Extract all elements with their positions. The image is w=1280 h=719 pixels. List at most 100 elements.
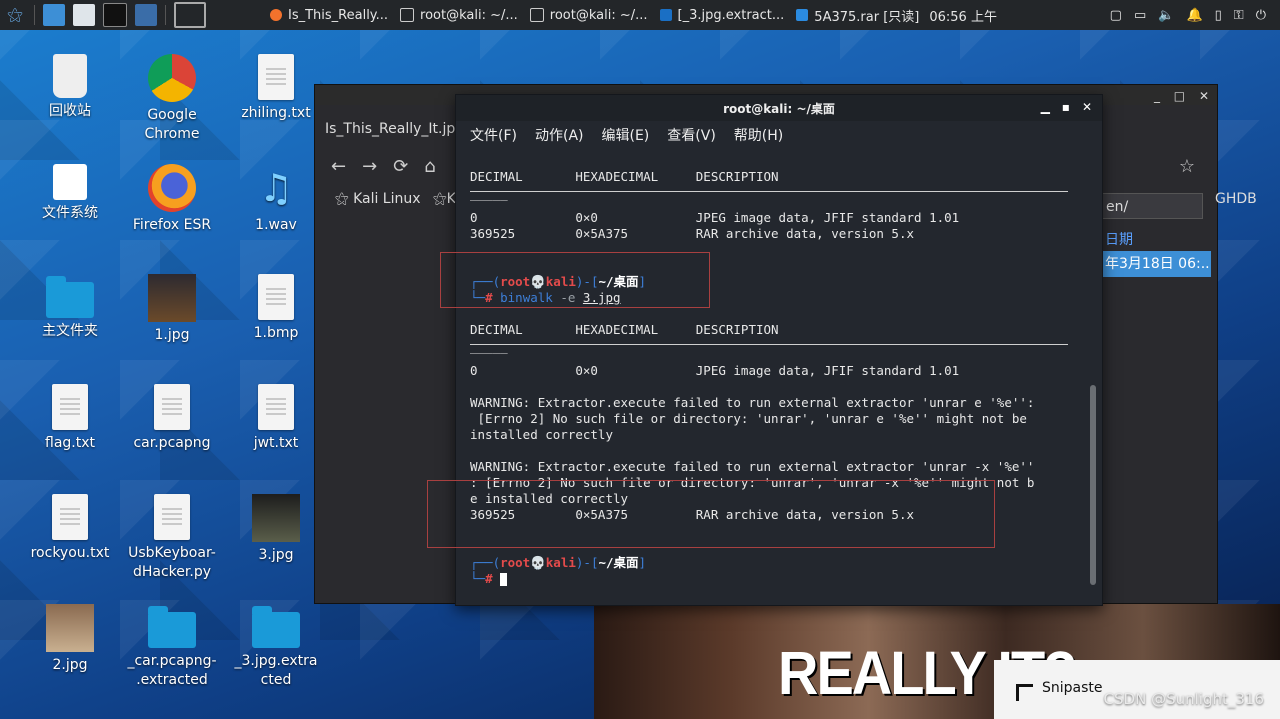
settings-icon[interactable] — [135, 4, 157, 26]
table-header: DECIMAL HEXADECIMAL DESCRIPTION — [470, 169, 779, 184]
desktop-icon-pcapng[interactable]: car.pcapng — [122, 384, 222, 453]
desktop-icon-jwt[interactable]: jwt.txt — [226, 384, 326, 453]
audio-file-icon: ♫ — [258, 166, 294, 210]
path-field[interactable]: en/ — [1099, 193, 1203, 219]
desktop-icon-rockyou[interactable]: rockyou.txt — [20, 494, 120, 563]
back-icon[interactable]: ← — [331, 156, 346, 177]
terminal-icon[interactable] — [103, 3, 127, 27]
icon-label: 1.jpg — [154, 327, 190, 343]
binary-file-icon — [154, 384, 190, 430]
close-icon[interactable]: ✕ — [1082, 100, 1092, 114]
image-file-icon — [258, 274, 294, 320]
desktop-icon-trash[interactable]: 回收站 — [20, 54, 120, 121]
firefox-icon — [148, 164, 196, 212]
reload-icon[interactable]: ⟳ — [393, 156, 408, 177]
snipaste-label: Snipaste — [1042, 680, 1103, 696]
menu-help[interactable]: 帮助(H) — [734, 125, 783, 145]
drive-icon — [53, 164, 87, 200]
archive-icon — [796, 9, 809, 21]
scan-row: 0 0×0 JPEG image data, JFIF standard 1.0… — [470, 363, 960, 378]
maximize-icon[interactable]: ▪ — [1062, 100, 1070, 114]
text-file-icon — [52, 384, 88, 430]
menu-edit[interactable]: 编辑(E) — [602, 125, 650, 145]
battery-icon[interactable]: ▯ — [1215, 8, 1222, 23]
warning-line: [Errno 2] No such file or directory: 'un… — [470, 411, 1027, 426]
desktop-icon-chrome[interactable]: Google Chrome — [122, 54, 222, 144]
highlight-box-command — [440, 252, 710, 308]
taskbar: ⚝ Is_This_Really... root@kali: ~/... roo… — [0, 0, 1280, 30]
minimize-icon[interactable]: ▁ — [1041, 100, 1050, 114]
desktop-icon-home[interactable]: 主文件夹 — [20, 274, 120, 341]
workspace-switcher-icon[interactable] — [174, 2, 206, 28]
text-cursor — [500, 573, 508, 586]
desktop-icon-flag[interactable]: flag.txt — [20, 384, 120, 453]
icon-label: 主文件夹 — [42, 323, 98, 339]
close-icon[interactable]: ✕ — [1199, 89, 1209, 103]
menu-view[interactable]: 查看(V) — [667, 125, 716, 145]
folder-icon — [659, 9, 672, 21]
task-terminal-2[interactable]: root@kali: ~/... — [524, 0, 654, 30]
terminal-icon — [400, 8, 415, 22]
show-desktop-icon[interactable] — [43, 4, 65, 26]
desktop-icon-1bmp[interactable]: 1.bmp — [226, 274, 326, 343]
clock[interactable]: 06:56 上午 — [925, 0, 1001, 30]
task-terminal-1[interactable]: root@kali: ~/... — [394, 0, 524, 30]
task-rar-archive[interactable]: 5A375.rar [只读] — [790, 0, 925, 30]
prompt-dir: ~/桌面 — [598, 555, 639, 570]
home-icon[interactable]: ⌂ — [424, 156, 435, 177]
rule-line: _____ — [470, 186, 508, 201]
desktop-icon-2jpg[interactable]: 2.jpg — [20, 604, 120, 675]
warning-line: WARNING: Extractor.execute failed to run… — [470, 459, 1035, 474]
power-icon[interactable]: ⏻ — [1256, 8, 1266, 23]
system-tray: ▢ ▭ 🔈 🔔 ▯ ⚿ ⏻ — [1104, 0, 1280, 30]
kali-menu-icon[interactable]: ⚝ — [4, 4, 26, 26]
menu-file[interactable]: 文件(F) — [470, 125, 517, 145]
kali-icon: ⚝ — [335, 191, 354, 207]
window-controls: ▁ ▪ ✕ — [1029, 100, 1092, 114]
firefox-icon — [270, 9, 282, 21]
image-thumbnail-icon — [148, 274, 196, 322]
terminal-titlebar: root@kali: ~/桌面 ▁ ▪ ✕ — [456, 95, 1102, 121]
icon-label: 文件系统 — [42, 205, 98, 221]
selected-file-row[interactable]: 年3月18日 06:.. — [1099, 251, 1211, 277]
bookmark-kali-linux[interactable]: ⚝ Kali Linux ⚝K — [335, 191, 456, 207]
python-file-icon — [154, 494, 190, 540]
menu-actions[interactable]: 动作(A) — [535, 125, 584, 145]
minimize-icon[interactable]: _ — [1154, 89, 1160, 103]
icon-label: Firefox ESR — [132, 217, 212, 233]
desktop-icon-filesystem[interactable]: 文件系统 — [20, 164, 120, 223]
maximize-icon[interactable]: □ — [1174, 89, 1185, 103]
clipboard-icon[interactable]: ▢ — [1110, 8, 1122, 23]
desktop-icon-3jpg-extracted[interactable]: _3.jpg.extra cted — [226, 604, 326, 690]
volume-icon[interactable]: 🔈 — [1158, 8, 1174, 23]
task-extracted-folder[interactable]: [_3.jpg.extract... — [654, 0, 791, 30]
bookmark-ghdb[interactable]: GHDB — [1215, 191, 1257, 207]
warning-line: installed correctly — [470, 427, 613, 442]
desktop-icon-car-extracted[interactable]: _car.pcapng- .extracted — [122, 604, 222, 690]
lock-screen-icon[interactable]: ⚿ — [1234, 8, 1244, 23]
forward-icon[interactable]: → — [362, 156, 377, 177]
task-label: 5A375.rar [只读] — [814, 9, 920, 25]
command-line: └─# — [470, 571, 1070, 587]
date-column-header[interactable]: 日期 — [1105, 229, 1133, 249]
file-manager-icon[interactable] — [73, 4, 95, 26]
firefox-tab[interactable]: Is_This_Really_It.jp — [325, 121, 455, 137]
network-icon[interactable]: ▭ — [1134, 8, 1146, 23]
desktop-icon-usbkeyboard[interactable]: UsbKeyboar- dHacker.py — [122, 494, 222, 582]
notification-bell-icon[interactable]: 🔔 — [1186, 8, 1202, 23]
terminal-scrollbar[interactable] — [1090, 385, 1096, 585]
icon-label: flag.txt — [45, 435, 95, 451]
desktop-icon-3jpg[interactable]: 3.jpg — [226, 494, 326, 565]
desktop-icon-1jpg[interactable]: 1.jpg — [122, 274, 222, 345]
desktop-icon-firefox[interactable]: Firefox ESR — [122, 164, 222, 235]
clock-text: 06:56 上午 — [929, 9, 997, 25]
icon-label: car.pcapng — [133, 435, 211, 451]
task-firefox[interactable]: Is_This_Really... — [264, 0, 394, 30]
icon-label: Google Chrome — [144, 107, 200, 142]
desktop-icon-zhiling[interactable]: zhiling.txt — [226, 54, 326, 123]
bookmark-star-icon[interactable]: ☆ — [1179, 156, 1195, 177]
text-file-icon — [52, 494, 88, 540]
desktop-icon-wav[interactable]: ♫ 1.wav — [226, 164, 326, 235]
rule-line: _____ — [470, 339, 508, 354]
bookmark-label: Kali Linux — [353, 191, 421, 207]
